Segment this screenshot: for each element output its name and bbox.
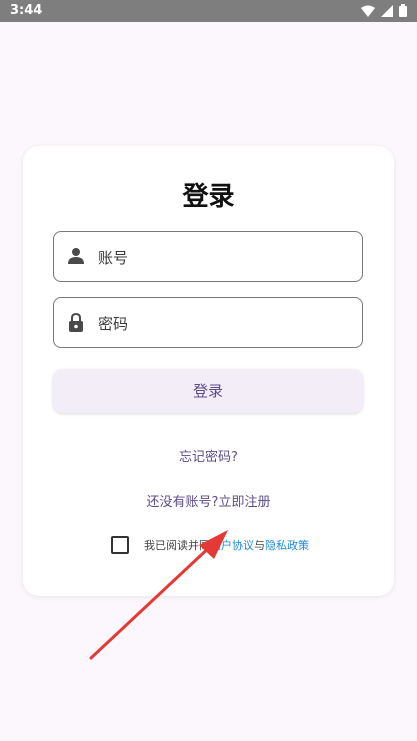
password-field[interactable]: 密码: [53, 297, 363, 348]
agreement-and: 与: [254, 539, 265, 552]
signal-icon: [381, 4, 393, 17]
status-bar: 3:44: [0, 0, 417, 22]
user-agreement-link[interactable]: 用户协议: [210, 539, 254, 552]
privacy-policy-link[interactable]: 隐私政策: [265, 539, 309, 552]
account-field[interactable]: 账号: [53, 231, 363, 282]
register-link[interactable]: 还没有账号?立即注册: [23, 491, 394, 510]
status-time: 3:44: [10, 3, 43, 18]
person-icon: [68, 248, 84, 264]
lock-icon: [69, 312, 83, 332]
page-title: 登录: [182, 182, 235, 212]
login-card: 登录 账号 密码 登录 忘记密码? 还没有账号?立即注册 我已阅读并同用户协议与…: [23, 146, 394, 596]
password-input[interactable]: 密码: [98, 313, 128, 334]
agreement-row: 我已阅读并同用户协议与隐私政策: [111, 535, 309, 555]
wifi-icon: [361, 5, 375, 17]
agreement-checkbox[interactable]: [111, 536, 129, 554]
forgot-password-link[interactable]: 忘记密码?: [23, 446, 394, 465]
battery-icon: [399, 4, 407, 17]
agreement-prefix: 我已阅读并同: [144, 539, 210, 552]
status-icons: [361, 4, 407, 17]
account-input[interactable]: 账号: [98, 247, 128, 268]
agreement-text: 我已阅读并同用户协议与隐私政策: [144, 537, 309, 553]
login-button[interactable]: 登录: [53, 369, 363, 413]
